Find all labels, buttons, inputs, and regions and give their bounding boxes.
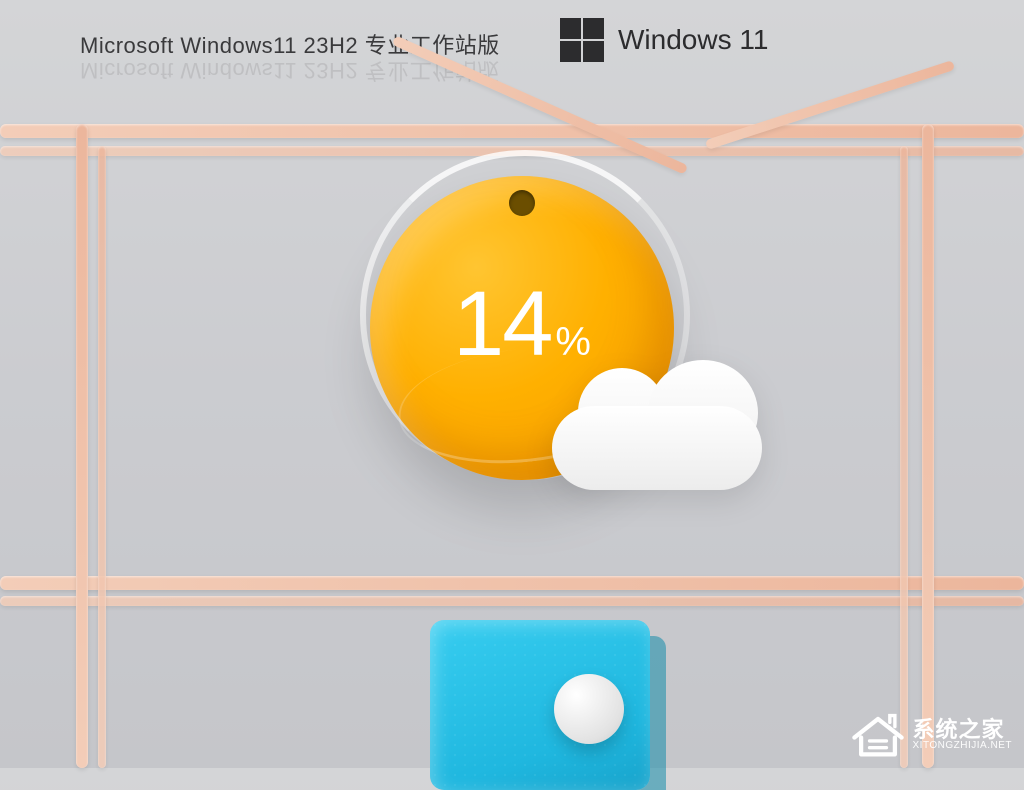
house-icon (851, 712, 905, 758)
progress-unit: % (555, 320, 591, 364)
frame-rod (900, 146, 908, 768)
watermark-name-cn: 系统之家 (913, 718, 1013, 741)
frame-rod (98, 146, 106, 768)
watermark: 系统之家 XITONGZHIJIA.NET (851, 712, 1013, 758)
watermark-name-en: XITONGZHIJIA.NET (913, 741, 1013, 752)
windows-logo-text: Windows 11 (618, 24, 768, 56)
disk-hole (509, 190, 535, 216)
windows-logo: Windows 11 (560, 18, 768, 62)
sphere-icon (554, 674, 624, 744)
cyan-block (430, 620, 650, 790)
cloud-icon (552, 360, 762, 490)
frame-rod (922, 124, 934, 768)
frame-rod (0, 124, 1024, 138)
frame-rod (0, 576, 1024, 590)
windows-logo-icon (560, 18, 604, 62)
progress-value: 14 (453, 273, 551, 375)
frame-rod (0, 596, 1024, 606)
frame-rod (76, 124, 88, 768)
